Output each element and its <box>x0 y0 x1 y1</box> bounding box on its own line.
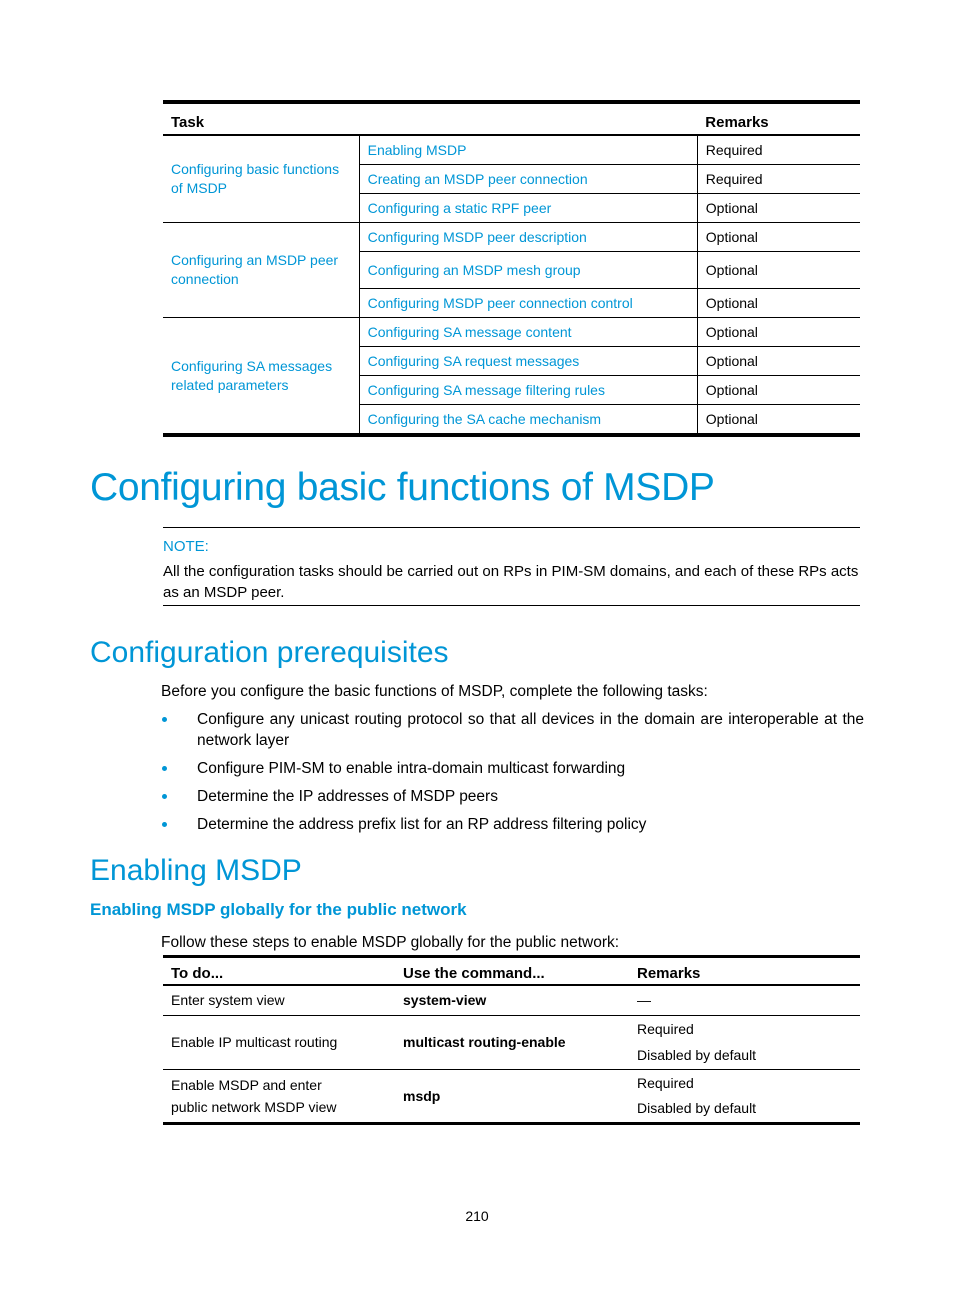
header-task: Task <box>163 102 698 136</box>
section-title: Configuring basic functions of MSDP <box>90 466 715 509</box>
task-link[interactable]: Enabling MSDP <box>368 142 467 158</box>
group-link-sa-messages[interactable]: Configuring SA messages related paramete… <box>171 358 332 393</box>
task-link[interactable]: Configuring a static RPF peer <box>368 200 552 216</box>
list-item-text: Configure PIM-SM to enable intra-domain … <box>197 760 626 777</box>
table-row: Configuring SA messages related paramete… <box>163 317 860 435</box>
bullet-icon <box>162 717 167 722</box>
remark-line: Disabled by default <box>637 1099 757 1116</box>
prerequisites-list: Configure any unicast routing protocol s… <box>161 709 864 842</box>
page-number: 210 <box>465 1208 489 1224</box>
command-cell: system-view <box>395 985 629 1016</box>
table-row: Enable IP multicast routing multicast ro… <box>163 1015 860 1070</box>
task-link[interactable]: Configuring MSDP peer description <box>368 229 587 245</box>
table-row: Configuring an MSDP peer connection Conf… <box>163 222 860 318</box>
group-link-peer-connection[interactable]: Configuring an MSDP peer connection <box>171 252 338 287</box>
remark: Optional <box>697 193 860 223</box>
remark-line: Required <box>637 1021 694 1037</box>
remark: Required <box>697 135 860 165</box>
list-item-text: Configure any unicast routing protocol s… <box>197 711 864 749</box>
remark: Required <box>697 164 860 194</box>
list-item: Determine the IP addresses of MSDP peers <box>161 786 864 807</box>
remarks-cell: — <box>629 985 860 1016</box>
enabling-subheading: Enabling MSDP globally for the public ne… <box>90 900 467 919</box>
task-link[interactable]: Configuring SA message content <box>368 324 572 340</box>
table-row: Enter system view system-view — <box>163 985 860 1016</box>
table-row: Enable MSDP and enter public network MSD… <box>163 1069 860 1123</box>
remark: Optional <box>697 222 860 252</box>
remark: Optional <box>697 346 860 376</box>
list-item-text: Determine the IP addresses of MSDP peers <box>197 788 498 805</box>
task-overview-table: Task Remarks Configuring basic functions… <box>163 100 860 437</box>
remark: Optional <box>697 375 860 405</box>
header-todo: To do... <box>163 956 395 986</box>
enabling-heading: Enabling MSDP <box>90 854 302 887</box>
note-label: NOTE: <box>163 538 209 555</box>
task-link[interactable]: Configuring SA message filtering rules <box>368 382 605 398</box>
table-row: Configuring basic functions of MSDP Enab… <box>163 135 860 223</box>
note-text: All the configuration tasks should be ca… <box>163 563 859 601</box>
todo-cell: Enter system view <box>163 985 395 1016</box>
remark: Optional <box>697 288 860 318</box>
remark: Optional <box>697 317 860 347</box>
todo-cell: Enable IP multicast routing <box>163 1015 395 1070</box>
list-item: Configure any unicast routing protocol s… <box>161 709 864 751</box>
list-item-text: Determine the address prefix list for an… <box>197 816 647 833</box>
bullet-icon <box>162 766 167 771</box>
task-link[interactable]: Configuring the SA cache mechanism <box>368 411 601 427</box>
todo-cell: Enable MSDP and enter public network MSD… <box>171 1076 337 1115</box>
task-link[interactable]: Creating an MSDP peer connection <box>368 171 588 187</box>
remark: Optional <box>705 411 758 427</box>
task-link[interactable]: Configuring MSDP peer connection control <box>368 295 633 311</box>
header-remarks: Remarks <box>697 102 860 136</box>
header-command: Use the command... <box>395 956 629 986</box>
task-link[interactable]: Configuring SA request messages <box>368 353 580 369</box>
bullet-icon <box>162 822 167 827</box>
bullet-icon <box>162 794 167 799</box>
command-cell: msdp <box>403 1087 441 1104</box>
prerequisites-heading: Configuration prerequisites <box>90 636 449 669</box>
group-link-basic[interactable]: Configuring basic functions of MSDP <box>171 161 339 196</box>
prerequisites-intro: Before you configure the basic functions… <box>161 683 708 700</box>
list-item: Determine the address prefix list for an… <box>161 814 864 835</box>
remarks-cell: Required Disabled by default <box>629 1015 860 1070</box>
steps-table: To do... Use the command... Remarks Ente… <box>163 955 860 1125</box>
command-cell: multicast routing-enable <box>395 1015 629 1070</box>
note-box: NOTE: All the configuration tasks should… <box>163 527 860 606</box>
remarks-cell: Required Disabled by default <box>629 1069 860 1123</box>
remark-line: Required <box>637 1074 694 1091</box>
enabling-intro: Follow these steps to enable MSDP global… <box>161 934 620 951</box>
list-item: Configure PIM-SM to enable intra-domain … <box>161 758 864 779</box>
header-remarks: Remarks <box>629 956 860 986</box>
remark-line: Disabled by default <box>637 1047 757 1063</box>
remark: Optional <box>697 251 860 289</box>
task-link[interactable]: Configuring an MSDP mesh group <box>368 262 581 278</box>
